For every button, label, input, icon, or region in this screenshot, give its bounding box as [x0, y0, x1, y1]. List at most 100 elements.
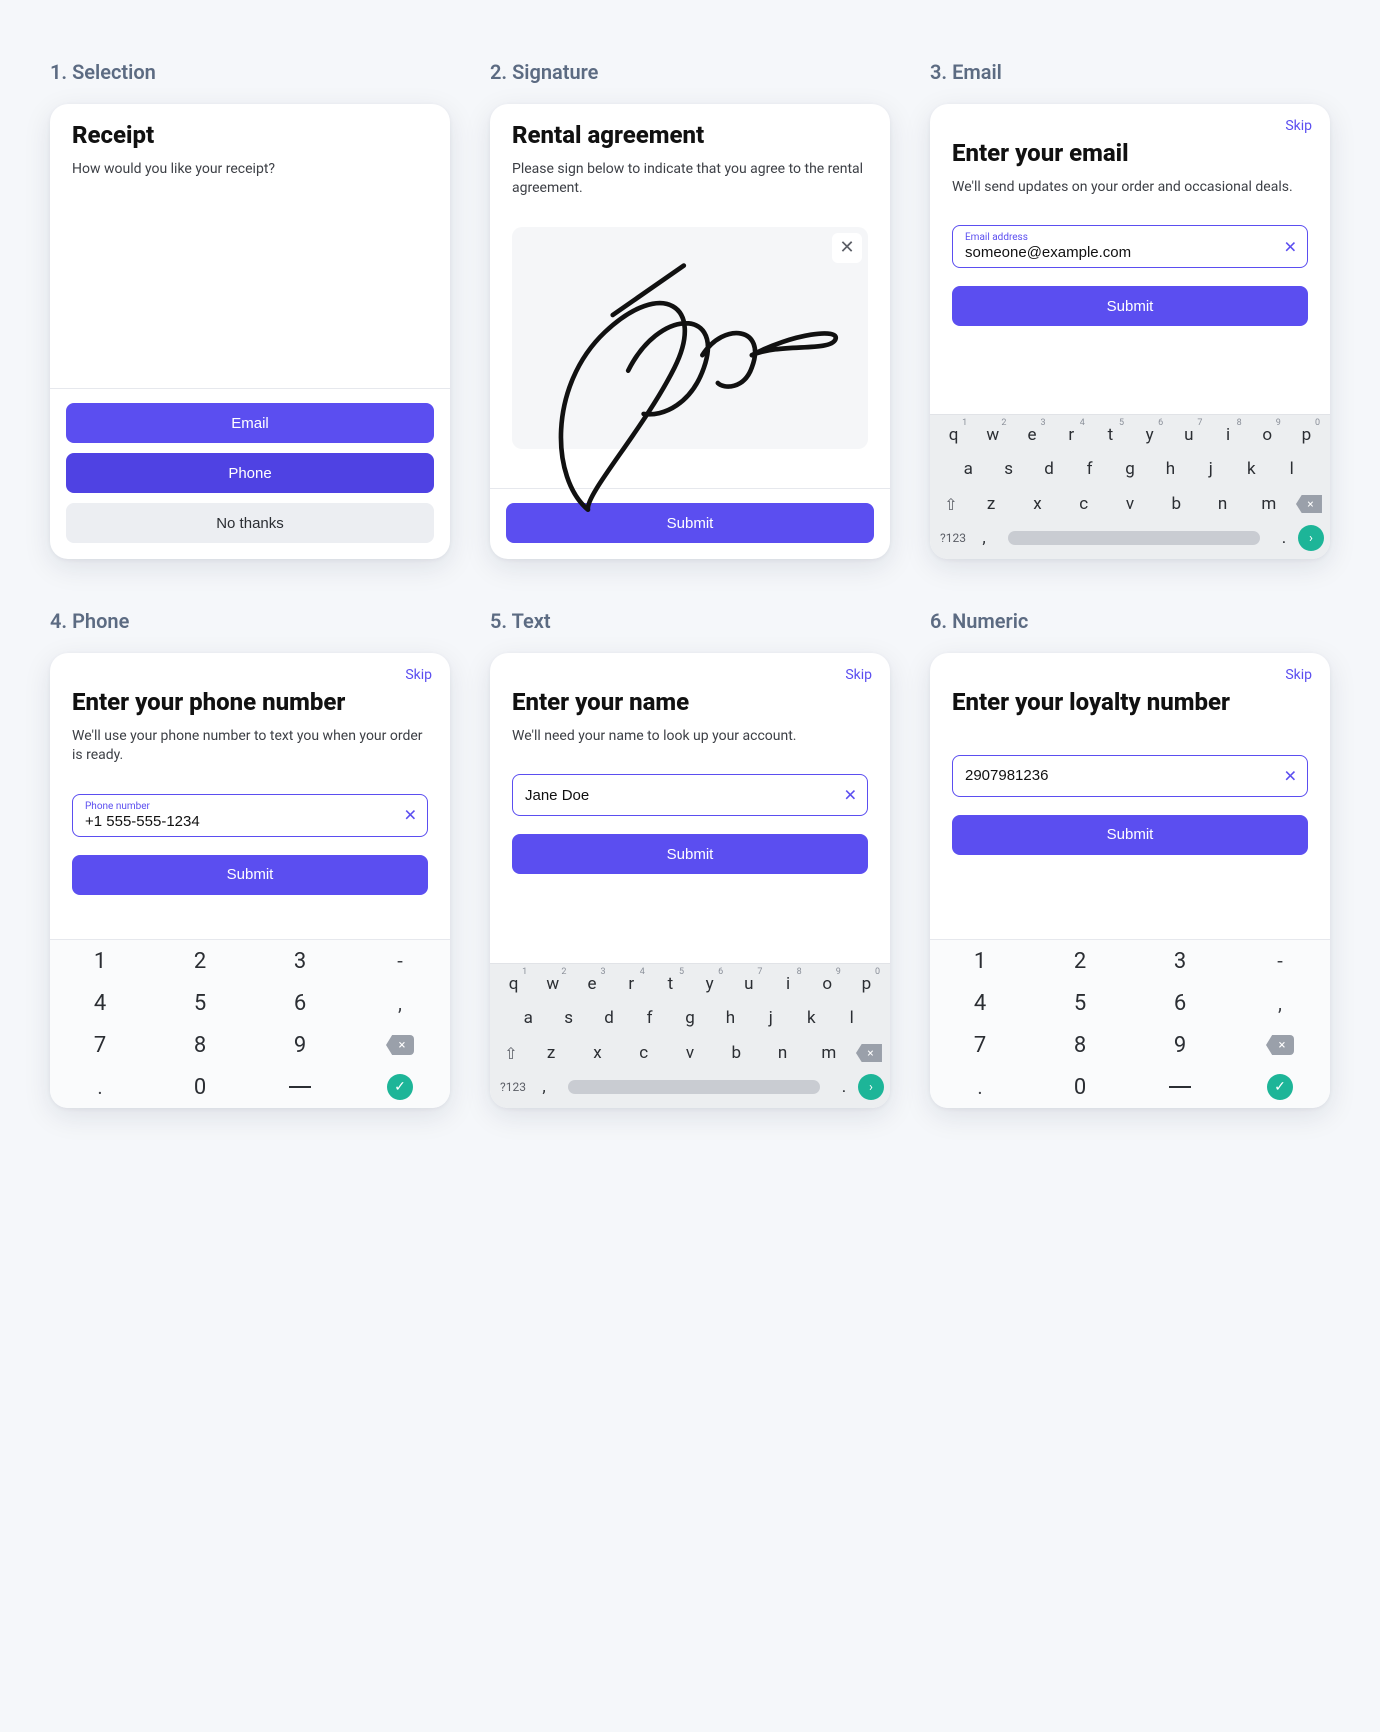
backspace-key[interactable] [1294, 489, 1324, 519]
key-9[interactable]: 9 [1130, 1024, 1230, 1066]
key-j[interactable]: j [1193, 455, 1229, 483]
name-input[interactable] [525, 787, 831, 804]
key-m[interactable]: m [808, 1039, 850, 1067]
enter-key[interactable]: ✓ [350, 1066, 450, 1108]
key-e[interactable]: 3e [574, 970, 609, 998]
key-2[interactable]: 2 [150, 940, 250, 982]
symbols-key[interactable]: ?123 [936, 531, 970, 545]
key-a[interactable]: a [950, 455, 986, 483]
clear-icon[interactable]: ✕ [404, 806, 417, 825]
key-1[interactable]: 1 [50, 940, 150, 982]
signature-pad[interactable]: ✕ [512, 227, 868, 449]
key-9[interactable]: 9 [250, 1024, 350, 1066]
key-p[interactable]: 0p [1289, 421, 1324, 449]
key-6[interactable]: 6 [1130, 982, 1230, 1024]
key-5[interactable]: 5 [150, 982, 250, 1024]
key-e[interactable]: 3e [1014, 421, 1049, 449]
name-field[interactable]: ✕ [512, 774, 868, 816]
key-f[interactable]: f [631, 1004, 667, 1032]
key-v[interactable]: v [1109, 490, 1151, 518]
key-b[interactable]: b [715, 1039, 757, 1067]
numeric-keypad[interactable]: 123-456,789.0✓ [930, 939, 1330, 1108]
key-y[interactable]: 6y [1132, 421, 1167, 449]
email-input[interactable] [965, 244, 1271, 261]
key-q[interactable]: 1q [496, 970, 531, 998]
key-j[interactable]: j [753, 1004, 789, 1032]
key-g[interactable]: g [1112, 455, 1148, 483]
key-n[interactable]: n [1201, 490, 1243, 518]
shift-key[interactable]: ⇧ [496, 1038, 526, 1068]
key-p[interactable]: 0p [849, 970, 884, 998]
qwerty-keyboard[interactable]: 1q2w3e4r5t6y7u8i9o0pasdfghjkl⇧zxcvbnm?12… [490, 963, 890, 1108]
key-a[interactable]: a [510, 1004, 546, 1032]
skip-button[interactable]: Skip [1285, 667, 1312, 683]
skip-button[interactable]: Skip [1285, 118, 1312, 134]
shift-key[interactable]: ⇧ [936, 489, 966, 519]
key-4[interactable]: 4 [930, 982, 1030, 1024]
key-6[interactable]: 6 [250, 982, 350, 1024]
key-u[interactable]: 7u [731, 970, 766, 998]
key-dash[interactable]: - [1230, 940, 1330, 982]
key-s[interactable]: s [550, 1004, 586, 1032]
spacebar-key[interactable] [1008, 531, 1260, 545]
backspace-key[interactable] [350, 1024, 450, 1066]
key-z[interactable]: z [530, 1039, 572, 1067]
key-4[interactable]: 4 [50, 982, 150, 1024]
phone-input[interactable] [85, 813, 391, 830]
key-8[interactable]: 8 [150, 1024, 250, 1066]
clear-icon[interactable]: ✕ [1284, 766, 1297, 785]
key-i[interactable]: 8i [1210, 421, 1245, 449]
key-g[interactable]: g [672, 1004, 708, 1032]
key-5[interactable]: 5 [1030, 982, 1130, 1024]
key-comma[interactable]: , [534, 1077, 554, 1097]
email-field[interactable]: Email address ✕ [952, 225, 1308, 268]
key-3[interactable]: 3 [250, 940, 350, 982]
key-0[interactable]: 0 [1030, 1066, 1130, 1108]
backspace-key[interactable] [1230, 1024, 1330, 1066]
key-n[interactable]: n [761, 1039, 803, 1067]
key-m[interactable]: m [1248, 490, 1290, 518]
key-d[interactable]: d [591, 1004, 627, 1032]
key-8[interactable]: 8 [1030, 1024, 1130, 1066]
symbols-key[interactable]: ?123 [496, 1080, 530, 1094]
key-dash[interactable]: - [350, 940, 450, 982]
key-z[interactable]: z [970, 490, 1012, 518]
key-t[interactable]: 5t [653, 970, 688, 998]
key-period[interactable]: . [834, 1077, 854, 1097]
key-c[interactable]: c [623, 1039, 665, 1067]
key-u[interactable]: 7u [1171, 421, 1206, 449]
key-s[interactable]: s [990, 455, 1026, 483]
key-c[interactable]: c [1063, 490, 1105, 518]
loyalty-input[interactable] [965, 767, 1271, 784]
skip-button[interactable]: Skip [405, 667, 432, 683]
skip-button[interactable]: Skip [845, 667, 872, 683]
key-k[interactable]: k [1233, 455, 1269, 483]
enter-key[interactable]: › [858, 1074, 884, 1100]
key-k[interactable]: k [793, 1004, 829, 1032]
key-b[interactable]: b [1155, 490, 1197, 518]
enter-key[interactable]: › [1298, 525, 1324, 551]
key-0[interactable]: 0 [150, 1066, 250, 1108]
email-submit-button[interactable]: Submit [952, 286, 1308, 326]
clear-icon[interactable]: ✕ [844, 786, 857, 805]
key-2[interactable]: 2 [1030, 940, 1130, 982]
key-y[interactable]: 6y [692, 970, 727, 998]
loyalty-field[interactable]: ✕ [952, 755, 1308, 797]
key-x[interactable]: x [576, 1039, 618, 1067]
key-underscore[interactable] [1130, 1066, 1230, 1108]
key-7[interactable]: 7 [930, 1024, 1030, 1066]
spacebar-key[interactable] [568, 1080, 820, 1094]
key-period[interactable]: . [930, 1066, 1030, 1108]
key-q[interactable]: 1q [936, 421, 971, 449]
phone-field[interactable]: Phone number ✕ [72, 794, 428, 837]
backspace-key[interactable] [854, 1038, 884, 1068]
key-r[interactable]: 4r [614, 970, 649, 998]
clear-icon[interactable]: ✕ [1284, 237, 1297, 256]
key-1[interactable]: 1 [930, 940, 1030, 982]
name-submit-button[interactable]: Submit [512, 834, 868, 874]
key-t[interactable]: 5t [1093, 421, 1128, 449]
key-r[interactable]: 4r [1054, 421, 1089, 449]
key-comma[interactable]: , [974, 528, 994, 548]
key-3[interactable]: 3 [1130, 940, 1230, 982]
key-i[interactable]: 8i [770, 970, 805, 998]
